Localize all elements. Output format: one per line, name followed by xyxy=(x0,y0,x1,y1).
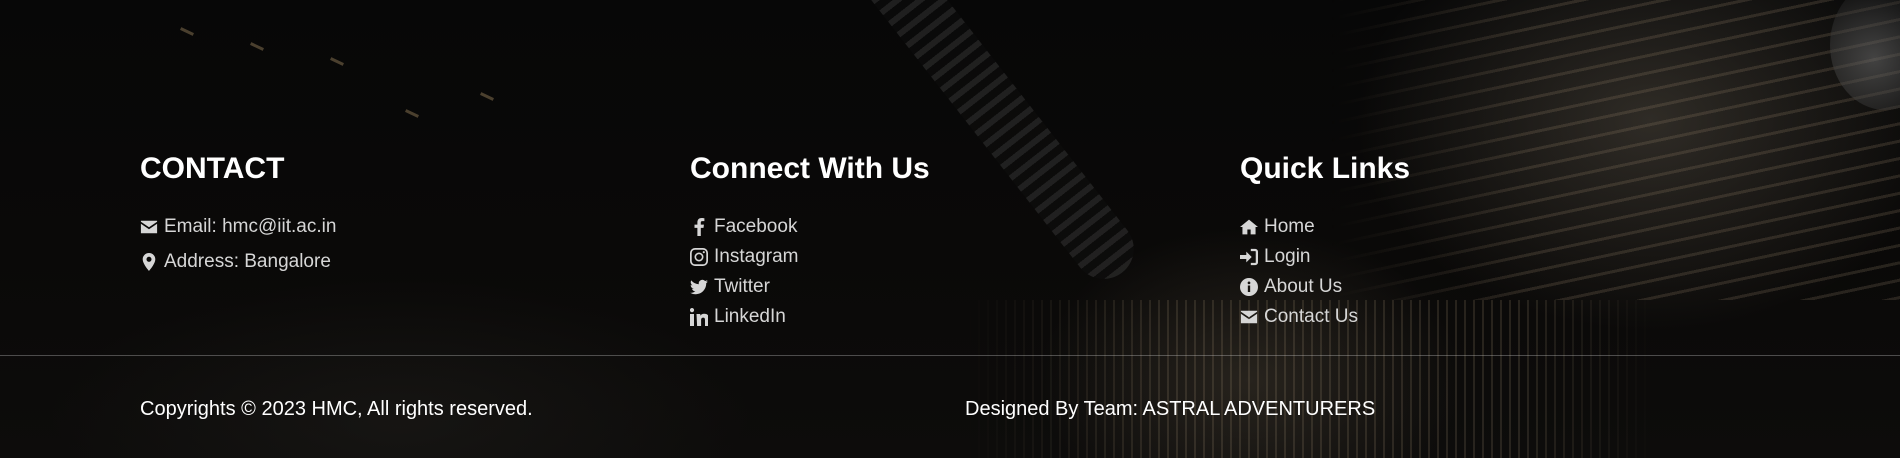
list-item: Home xyxy=(1240,216,1410,246)
contact-address-label: Address: Bangalore xyxy=(164,251,331,272)
contact-us-link[interactable]: Contact Us xyxy=(1240,306,1410,328)
background-light-dot xyxy=(250,42,264,51)
login-label: Login xyxy=(1264,246,1311,267)
twitter-label: Twitter xyxy=(714,276,770,297)
list-item: Facebook xyxy=(690,216,930,246)
twitter-icon xyxy=(690,278,708,296)
connect-section: Connect With Us Facebook Instagram Twitt… xyxy=(690,152,930,336)
background-light-dot xyxy=(180,27,194,36)
connect-heading: Connect With Us xyxy=(690,152,930,185)
sign-in-icon xyxy=(1240,248,1258,266)
instagram-icon xyxy=(690,248,708,266)
contact-heading: CONTACT xyxy=(140,152,285,185)
instagram-label: Instagram xyxy=(714,246,799,267)
background-light-dot xyxy=(480,92,494,101)
linkedin-link[interactable]: LinkedIn xyxy=(690,306,930,328)
facebook-link[interactable]: Facebook xyxy=(690,216,930,238)
background-light-dot xyxy=(405,109,419,118)
linkedin-label: LinkedIn xyxy=(714,306,786,327)
contact-address: Address: Bangalore xyxy=(140,251,336,273)
facebook-label: Facebook xyxy=(714,216,798,237)
contact-list: Email: hmc@iit.ac.in Address: Bangalore xyxy=(140,216,336,286)
list-item: About Us xyxy=(1240,276,1410,306)
contact-section: CONTACT Email: hmc@iit.ac.in Address: Ba… xyxy=(140,152,336,286)
list-item: Twitter xyxy=(690,276,930,306)
site-footer: CONTACT Email: hmc@iit.ac.in Address: Ba… xyxy=(0,0,1900,458)
home-icon xyxy=(1240,218,1258,236)
envelope-icon xyxy=(1240,308,1258,326)
twitter-link[interactable]: Twitter xyxy=(690,276,930,298)
about-us-link[interactable]: About Us xyxy=(1240,276,1410,298)
login-link[interactable]: Login xyxy=(1240,246,1410,268)
home-link[interactable]: Home xyxy=(1240,216,1410,238)
background-ceiling-slats xyxy=(1330,0,1900,300)
location-pin-icon xyxy=(140,253,158,271)
list-item: Email: hmc@iit.ac.in xyxy=(140,216,336,251)
list-item: LinkedIn xyxy=(690,306,930,336)
designed-by-text: Designed By Team: ASTRAL ADVENTURERS xyxy=(965,398,1376,420)
about-us-label: About Us xyxy=(1264,276,1343,297)
contact-email[interactable]: Email: hmc@iit.ac.in xyxy=(140,216,336,238)
envelope-icon xyxy=(140,218,158,236)
background-light-dot xyxy=(330,57,344,66)
home-label: Home xyxy=(1264,216,1315,237)
quick-links-heading: Quick Links xyxy=(1240,152,1411,185)
contact-email-label: Email: hmc@iit.ac.in xyxy=(164,216,337,237)
list-item: Address: Bangalore xyxy=(140,251,336,286)
copyright-text: Copyrights © 2023 HMC, All rights reserv… xyxy=(140,398,533,420)
quick-links-list: Home Login About Us Contact Us xyxy=(1240,216,1410,336)
linkedin-icon xyxy=(690,308,708,326)
contact-us-label: Contact Us xyxy=(1264,306,1358,327)
social-list: Facebook Instagram Twitter LinkedIn xyxy=(690,216,930,336)
list-item: Login xyxy=(1240,246,1410,276)
list-item: Contact Us xyxy=(1240,306,1410,336)
footer-divider xyxy=(0,355,1900,356)
instagram-link[interactable]: Instagram xyxy=(690,246,930,268)
facebook-icon xyxy=(690,218,708,236)
info-icon xyxy=(1240,278,1258,296)
quick-links-section: Quick Links Home Login About Us Contact … xyxy=(1240,152,1410,336)
list-item: Instagram xyxy=(690,246,930,276)
